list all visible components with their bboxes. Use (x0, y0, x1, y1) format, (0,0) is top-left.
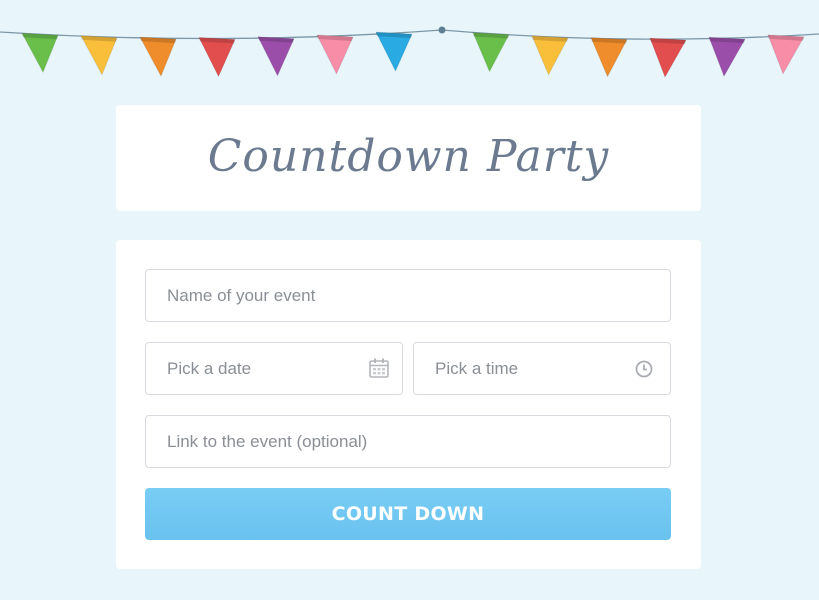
clock-icon[interactable] (634, 359, 654, 379)
bunting-decoration (0, 26, 819, 79)
event-date-input[interactable] (146, 343, 402, 394)
bunting-flag (316, 34, 354, 76)
event-name-input[interactable] (146, 270, 670, 321)
bunting-flag (198, 36, 236, 78)
bunting-flag (649, 37, 687, 79)
page-title: Countdown Party (207, 130, 610, 182)
count-down-button[interactable]: COUNT DOWN (145, 488, 671, 540)
event-link-field[interactable] (145, 415, 671, 468)
bunting-flag (472, 32, 510, 73)
event-date-field[interactable] (145, 342, 403, 395)
bunting-flag (767, 34, 805, 76)
event-time-field[interactable] (413, 342, 671, 395)
bunting-flag (139, 36, 177, 78)
event-time-input[interactable] (414, 343, 670, 394)
event-form: COUNT DOWN (116, 240, 701, 569)
title-card: Countdown Party (116, 105, 701, 211)
bunting-flag (590, 37, 628, 78)
bunting-flag (21, 32, 59, 74)
event-name-field[interactable] (145, 269, 671, 322)
bunting-flag (80, 35, 118, 76)
bunting-flag (531, 35, 569, 77)
event-link-input[interactable] (146, 416, 670, 467)
calendar-icon[interactable] (368, 357, 390, 379)
bunting-flag (375, 31, 413, 73)
bunting-flag (708, 36, 746, 78)
bunting-flag (257, 36, 295, 77)
bunting-knot (438, 26, 446, 34)
